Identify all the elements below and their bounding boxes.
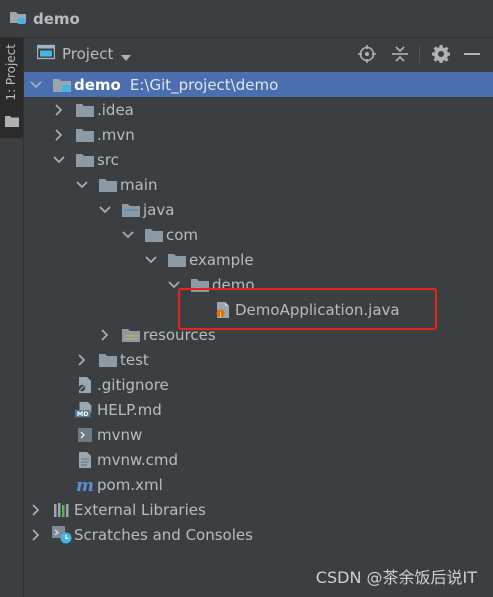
tree-item-path: E:\Git_project\demo — [129, 75, 279, 94]
watermark: CSDN @茶余饭后说IT — [315, 568, 477, 587]
svg-text:m: m — [76, 476, 94, 494]
chevron-down-icon[interactable] — [76, 179, 88, 191]
tree-row[interactable]: External Libraries — [24, 497, 493, 522]
chevron-right-icon[interactable] — [76, 353, 88, 366]
tree-item-label: .idea — [97, 100, 134, 119]
svg-text:MD: MD — [77, 410, 89, 417]
project-view-icon — [36, 44, 56, 64]
folder-icon — [75, 127, 95, 143]
tree-row[interactable]: mvnw.cmd — [24, 447, 493, 472]
chevron-down-icon[interactable] — [122, 229, 134, 241]
chevron-right-icon[interactable] — [53, 103, 65, 116]
chevron-down-icon[interactable] — [99, 204, 111, 216]
tree-row[interactable]: example — [24, 247, 493, 272]
tree-row[interactable]: com — [24, 222, 493, 247]
tree-row[interactable]: demo — [24, 272, 493, 297]
package-icon — [144, 227, 164, 243]
shell-script-icon — [75, 427, 95, 443]
gear-icon[interactable] — [431, 44, 451, 64]
libraries-icon — [52, 502, 72, 518]
tree-row[interactable]: .gitignore — [24, 372, 493, 397]
collapse-all-icon[interactable] — [390, 44, 410, 64]
tree-item-label: .gitignore — [97, 375, 169, 394]
window-titlebar: demo — [0, 0, 493, 38]
gitignore-file-icon — [75, 376, 95, 393]
tree-item-label: Scratches and Consoles — [74, 525, 253, 544]
tree-row[interactable]: .mvn — [24, 122, 493, 147]
module-folder-icon — [9, 9, 27, 29]
tree-item-label: demo — [212, 275, 255, 294]
package-icon — [190, 277, 210, 293]
tree-row[interactable]: test — [24, 347, 493, 372]
tree-item-label: mvnw.cmd — [97, 450, 179, 469]
folder-icon — [75, 152, 95, 168]
tree-row[interactable]: resources — [24, 322, 493, 347]
markdown-file-icon: MD — [75, 401, 95, 418]
folder-icon — [75, 102, 95, 118]
source-folder-icon — [121, 202, 141, 218]
minimize-icon[interactable] — [462, 44, 482, 64]
tree-item-label: External Libraries — [74, 500, 206, 519]
toolbar-divider — [419, 46, 420, 63]
tree-item-label: main — [120, 175, 158, 194]
chevron-right-icon[interactable] — [53, 128, 65, 141]
folder-icon — [98, 177, 118, 193]
tree-item-label: HELP.md — [97, 400, 162, 419]
project-tool-tab-label: 1: Project — [4, 44, 18, 101]
tree-item-label: com — [166, 225, 199, 244]
tree-row[interactable]: MD HELP.md — [24, 397, 493, 422]
tree-row[interactable]: m pom.xml — [24, 472, 493, 497]
svg-text:J: J — [219, 311, 222, 318]
left-tool-strip: 1: Project — [0, 38, 24, 597]
package-icon — [167, 252, 187, 268]
chevron-down-icon[interactable] — [168, 279, 180, 291]
chevron-down-icon[interactable] — [53, 154, 65, 166]
project-panel: Project demo E:\Git_project\demo .idea .mvn… — [24, 38, 493, 597]
tree-row[interactable]: demo E:\Git_project\demo — [24, 72, 493, 97]
tree-item-label: example — [189, 250, 254, 269]
view-selector-label[interactable]: Project — [62, 45, 113, 63]
maven-file-icon: m — [75, 476, 95, 494]
tree-item-label: demo — [74, 75, 121, 94]
chevron-down-icon[interactable] — [145, 254, 157, 266]
folder-icon — [5, 112, 19, 131]
tree-item-label: test — [120, 350, 149, 369]
tree-row[interactable]: src — [24, 147, 493, 172]
tree-item-label: DemoApplication.java — [235, 300, 400, 319]
tree-item-label: java — [143, 200, 175, 219]
chevron-down-icon[interactable] — [121, 46, 132, 65]
java-class-icon: J — [213, 301, 233, 318]
tree-item-label: pom.xml — [97, 475, 163, 494]
scratches-icon — [52, 525, 72, 543]
tree-row[interactable]: mvnw — [24, 422, 493, 447]
tree-row[interactable]: Scratches and Consoles — [24, 522, 493, 547]
project-tool-tab[interactable]: 1: Project — [0, 38, 23, 138]
tree-row[interactable]: .idea — [24, 97, 493, 122]
text-file-icon — [75, 451, 95, 468]
chevron-right-icon[interactable] — [30, 503, 42, 516]
tree-item-label: mvnw — [97, 425, 143, 444]
tree-item-label: resources — [143, 325, 216, 344]
folder-icon — [98, 352, 118, 368]
chevron-right-icon[interactable] — [99, 328, 111, 341]
chevron-right-icon[interactable] — [30, 528, 42, 541]
window-title: demo — [33, 9, 80, 28]
tree-row[interactable]: main — [24, 172, 493, 197]
tree-item-label: src — [97, 150, 119, 169]
resources-folder-icon — [121, 327, 141, 343]
tree-item-label: .mvn — [97, 125, 135, 144]
project-toolbar: Project — [24, 38, 493, 70]
locate-icon[interactable] — [357, 44, 377, 64]
module-folder-icon — [52, 77, 72, 93]
chevron-down-icon[interactable] — [30, 79, 42, 91]
tree-row[interactable]: J DemoApplication.java — [24, 297, 493, 322]
tree-row[interactable]: java — [24, 197, 493, 222]
